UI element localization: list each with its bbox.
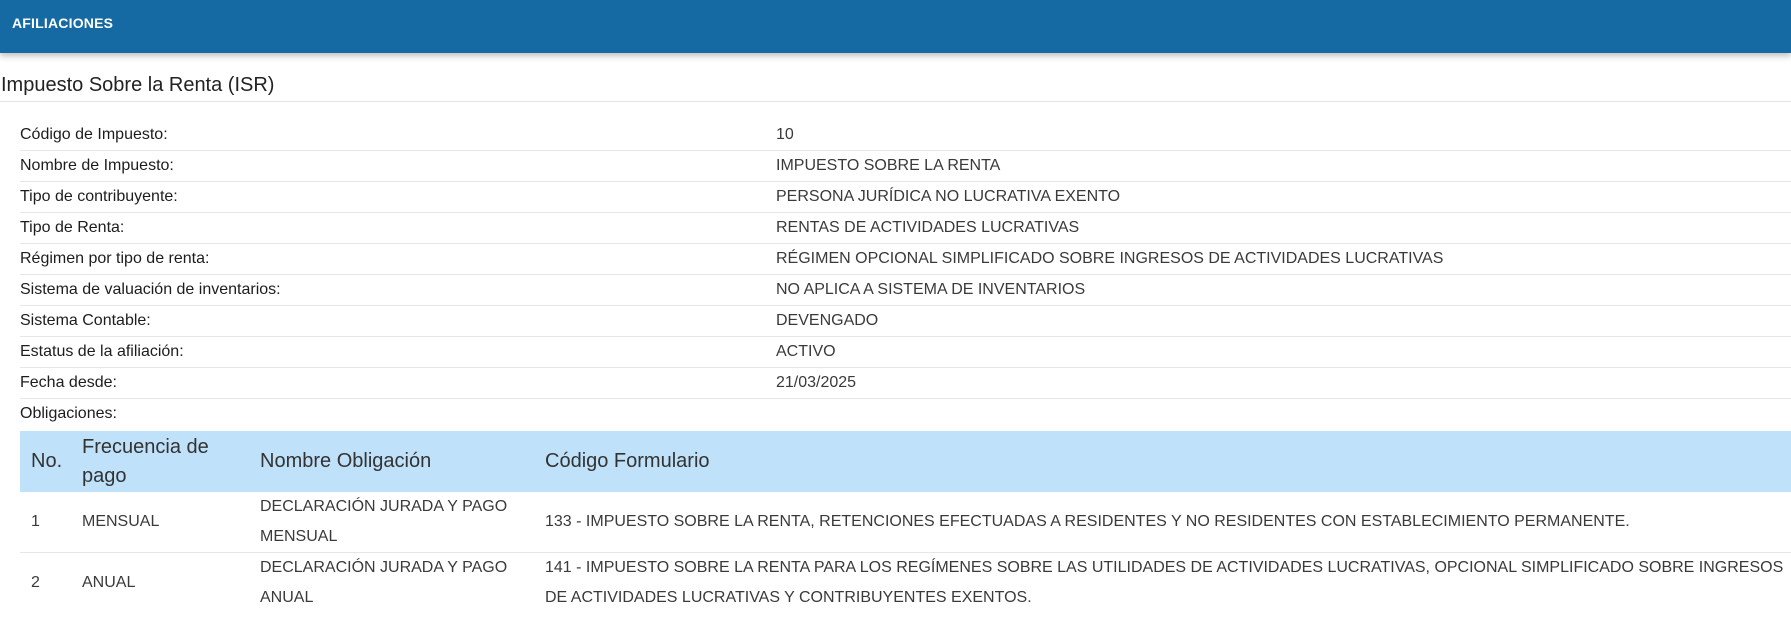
detail-label: Régimen por tipo de renta:: [20, 250, 210, 267]
cell-no: 1: [31, 513, 40, 530]
detail-label: Fecha desde:: [20, 374, 117, 391]
detail-row-date-from: Fecha desde: 21/03/2025: [20, 368, 1791, 399]
detail-value: 10: [776, 126, 794, 143]
cell-obligation-name: DECLARACIÓN JURADA Y PAGO MENSUAL: [260, 498, 508, 545]
cell-frequency: ANUAL: [82, 574, 136, 591]
section-title: Impuesto Sobre la Renta (ISR): [1, 74, 275, 96]
detail-value: DEVENGADO: [776, 312, 879, 329]
detail-label: Código de Impuesto:: [20, 126, 168, 143]
detail-row-obligations: Obligaciones:: [20, 399, 1791, 430]
cell-no: 2: [31, 574, 40, 591]
detail-row-accounting-system: Sistema Contable: DEVENGADO: [20, 306, 1791, 337]
detail-row-taxpayer-type: Tipo de contribuyente: PERSONA JURÍDICA …: [20, 182, 1791, 213]
detail-row-income-type: Tipo de Renta: RENTAS DE ACTIVIDADES LUC…: [20, 213, 1791, 244]
cell-obligation-name: DECLARACIÓN JURADA Y PAGO ANUAL: [260, 559, 508, 606]
table-header: No. Frecuencia de pago Nombre Obligación…: [20, 431, 1791, 492]
detail-row-regime: Régimen por tipo de renta: RÉGIMEN OPCIO…: [20, 244, 1791, 275]
detail-label: Estatus de la afiliación:: [20, 343, 184, 360]
detail-value: IMPUESTO SOBRE LA RENTA: [776, 157, 1001, 174]
cell-form-code: 133 - IMPUESTO SOBRE LA RENTA, RETENCION…: [545, 513, 1630, 530]
top-app-bar: AFILIACIONES: [0, 0, 1791, 53]
detail-value: NO APLICA A SISTEMA DE INVENTARIOS: [776, 281, 1086, 298]
table-row: 1 MENSUAL DECLARACIÓN JURADA Y PAGO MENS…: [20, 492, 1791, 553]
detail-label: Sistema de valuación de inventarios:: [20, 281, 281, 298]
column-header-form-code: Código Formulario: [545, 450, 710, 472]
obligations-table: No. Frecuencia de pago Nombre Obligación…: [20, 431, 1791, 614]
detail-row-inventory-system: Sistema de valuación de inventarios: NO …: [20, 275, 1791, 306]
detail-label: Sistema Contable:: [20, 312, 151, 329]
detail-row-tax-code: Código de Impuesto: 10: [20, 120, 1791, 151]
detail-value: PERSONA JURÍDICA NO LUCRATIVA EXENTO: [776, 188, 1121, 205]
detail-row-tax-name: Nombre de Impuesto: IMPUESTO SOBRE LA RE…: [20, 151, 1791, 182]
detail-label: Tipo de contribuyente:: [20, 188, 178, 205]
detail-value: ACTIVO: [776, 343, 836, 360]
detail-label: Tipo de Renta:: [20, 219, 125, 236]
cell-form-code: 141 - IMPUESTO SOBRE LA RENTA PARA LOS R…: [545, 559, 1784, 606]
affiliation-details: Código de Impuesto: 10 Nombre de Impuest…: [20, 120, 1791, 430]
detail-value: RÉGIMEN OPCIONAL SIMPLIFICADO SOBRE INGR…: [776, 250, 1444, 267]
cell-frequency: MENSUAL: [82, 513, 160, 530]
detail-label: Nombre de Impuesto:: [20, 157, 174, 174]
detail-row-status: Estatus de la afiliación: ACTIVO: [20, 337, 1791, 368]
table-row: 2 ANUAL DECLARACIÓN JURADA Y PAGO ANUAL …: [20, 553, 1791, 614]
app-bar-title: AFILIACIONES: [12, 15, 114, 31]
title-divider: [0, 101, 1791, 102]
detail-label: Obligaciones:: [20, 405, 117, 422]
column-header-no: No.: [31, 450, 63, 472]
detail-value: RENTAS DE ACTIVIDADES LUCRATIVAS: [776, 219, 1080, 236]
column-header-frequency: Frecuencia de pago: [82, 436, 209, 487]
column-header-obligation-name: Nombre Obligación: [260, 450, 432, 472]
detail-value: 21/03/2025: [776, 374, 857, 391]
